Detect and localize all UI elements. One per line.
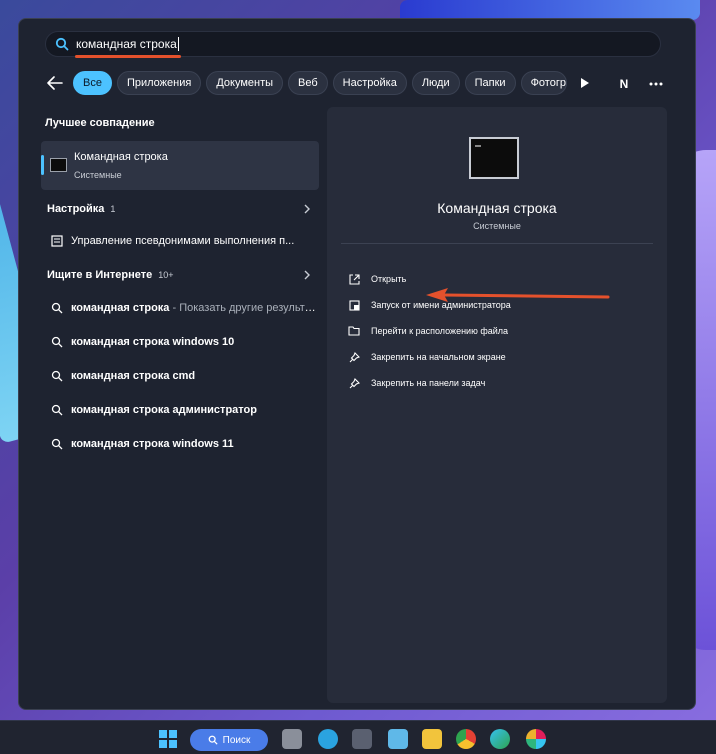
filter-photos[interactable]: Фотогр xyxy=(520,71,567,95)
best-match-title: Командная строка xyxy=(74,151,168,163)
query-underline xyxy=(75,55,181,58)
settings-list-icon xyxy=(49,233,65,249)
action-open-file-location[interactable]: Перейти к расположению файла xyxy=(347,321,508,341)
pin-icon xyxy=(347,350,361,364)
filter-apps[interactable]: Приложения xyxy=(116,71,202,95)
search-input[interactable]: командная строка xyxy=(45,31,661,57)
chevron-right-icon xyxy=(301,268,313,282)
taskbar-search-label: Поиск xyxy=(222,734,251,746)
action-pin-taskbar[interactable]: Закрепить на панели задач xyxy=(347,373,485,393)
preview-subtitle: Системные xyxy=(473,221,521,231)
filter-documents[interactable]: Документы xyxy=(206,71,284,95)
action-label: Закрепить на панели задач xyxy=(371,378,486,388)
filter-all[interactable]: Все xyxy=(73,71,112,95)
filter-folders[interactable]: Папки xyxy=(464,71,516,95)
best-match-subtitle: Системные xyxy=(74,170,122,180)
preview-title: Командная строка xyxy=(437,200,557,216)
taskbar: Поиск xyxy=(0,720,716,754)
best-match-item[interactable]: Командная строка Системные xyxy=(41,141,319,190)
filter-people[interactable]: Люди xyxy=(411,71,460,95)
play-icon[interactable] xyxy=(576,71,594,95)
chrome-icon[interactable] xyxy=(456,729,476,749)
web-result-bold: командная строка windows 11 xyxy=(71,438,234,450)
calculator-icon[interactable] xyxy=(352,729,372,749)
search-icon xyxy=(49,402,65,418)
open-external-icon xyxy=(347,272,361,286)
pin-icon xyxy=(347,376,361,390)
settings-item-label: Управление псевдонимами выполнения п... xyxy=(71,235,295,247)
list-item[interactable]: Управление псевдонимами выполнения п... xyxy=(41,230,319,252)
preview-pane: Командная строка Системные Открыть Запус… xyxy=(327,107,667,703)
annotation-arrow xyxy=(426,288,610,302)
web-result-bold: командная строка cmd xyxy=(71,370,196,382)
windows-start-icon[interactable] xyxy=(158,729,178,749)
settings-section-header[interactable]: Настройка 1 xyxy=(41,198,319,220)
telegram-icon[interactable] xyxy=(318,729,338,749)
best-match-heading: Лучшее совпадение xyxy=(45,117,155,129)
search-icon xyxy=(49,334,65,350)
web-result-bold: командная строка xyxy=(70,302,170,314)
shield-icon xyxy=(347,298,361,312)
search-icon xyxy=(54,36,70,52)
notepad-icon[interactable] xyxy=(388,729,408,749)
search-icon xyxy=(49,300,65,316)
web-section-header[interactable]: Ищите в Интернете 10+ xyxy=(41,264,319,286)
search-icon xyxy=(49,368,65,384)
command-prompt-icon xyxy=(469,137,519,179)
web-result[interactable]: командная строка cmd xyxy=(41,365,319,387)
back-arrow-icon[interactable] xyxy=(43,71,67,95)
task-view-icon[interactable] xyxy=(282,729,302,749)
slack-icon[interactable] xyxy=(526,729,546,749)
search-query: командная строка xyxy=(76,36,179,52)
taskbar-search-button[interactable]: Поиск xyxy=(190,729,268,751)
web-result[interactable]: командная строка windows 10 xyxy=(41,331,319,353)
web-result-rest: - Показать другие результа... xyxy=(169,302,319,314)
avatar[interactable]: N xyxy=(615,75,633,93)
chevron-right-icon xyxy=(301,202,313,216)
settings-count: 1 xyxy=(110,204,116,214)
start-search-panel: командная строка Все Приложения Документ… xyxy=(18,18,696,710)
action-label: Открыть xyxy=(371,274,407,284)
divider xyxy=(341,243,653,244)
web-section-title: Ищите в Интернете xyxy=(47,269,153,281)
action-open[interactable]: Открыть xyxy=(347,269,406,289)
folder-icon xyxy=(347,324,361,338)
more-options-icon[interactable] xyxy=(645,75,667,93)
action-pin-start[interactable]: Закрепить на начальном экране xyxy=(347,347,506,367)
search-icon xyxy=(49,436,65,452)
filter-bar: Все Приложения Документы Веб Настройка Л… xyxy=(43,71,683,95)
web-result[interactable]: командная строка windows 11 xyxy=(41,433,319,455)
command-prompt-icon xyxy=(50,158,67,172)
selection-indicator xyxy=(41,155,44,175)
file-explorer-icon[interactable] xyxy=(422,729,442,749)
action-label: Закрепить на начальном экране xyxy=(371,352,506,362)
web-result-bold: командная строка windows 10 xyxy=(71,336,235,348)
settings-section-title: Настройка xyxy=(47,203,105,215)
web-result-bold: командная строка администратор xyxy=(71,404,257,416)
web-result[interactable]: командная строка администратор xyxy=(41,399,319,421)
web-result[interactable]: командная строка - Показать другие резул… xyxy=(41,297,319,319)
edge-icon[interactable] xyxy=(490,729,510,749)
filter-web[interactable]: Веб xyxy=(288,71,328,95)
filter-settings[interactable]: Настройка xyxy=(332,71,407,95)
action-label: Перейти к расположению файла xyxy=(371,326,509,336)
web-count: 10+ xyxy=(158,270,174,280)
